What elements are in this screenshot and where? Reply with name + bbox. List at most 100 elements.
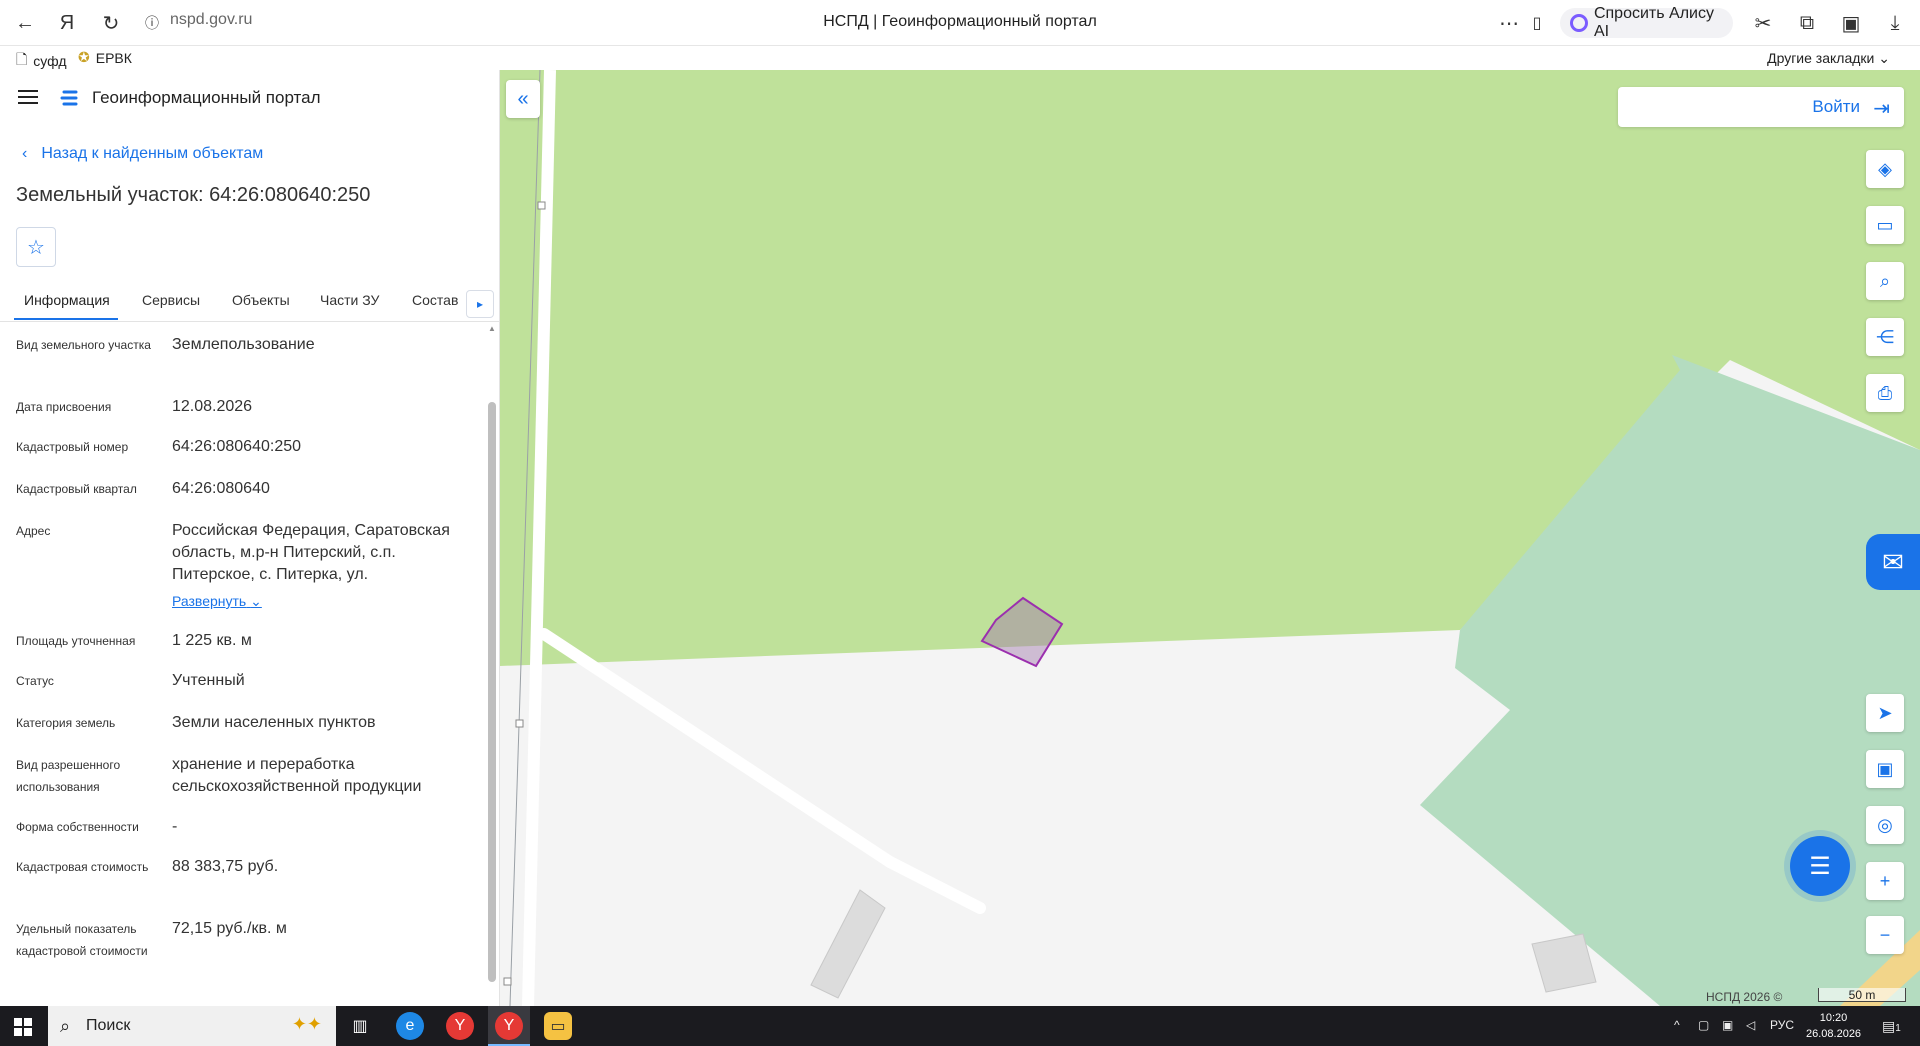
layers-button[interactable]: ◈	[1866, 150, 1904, 188]
network-icon[interactable]: ▣	[1722, 1018, 1733, 1032]
other-bookmarks[interactable]: Другие закладки ⌄	[1767, 50, 1890, 67]
volume-icon[interactable]: ◁	[1746, 1018, 1755, 1032]
extensions-icon[interactable]: ⧉	[1792, 8, 1822, 38]
reload-icon[interactable]: ↻	[96, 8, 126, 38]
download-icon[interactable]: ⤓	[1880, 8, 1910, 38]
zoom-area-icon: ⌕	[1879, 270, 1891, 291]
bookmark-ervk[interactable]: ✪ ЕРВК	[78, 49, 132, 66]
sparkle-icon: ✦✦	[291, 1014, 322, 1034]
back-to-results-link[interactable]: ‹ Назад к найденным объектам	[22, 145, 263, 163]
attributes-list: Вид земельного участка Землепользование …	[0, 326, 486, 1006]
yandex-browser-icon[interactable]: Y	[446, 1012, 474, 1040]
browser-toolbar: ← Я ↻ ⓘ nspd.gov.ru НСПД | Геоинформацио…	[0, 0, 1920, 46]
attr-value: 1 225 кв. м	[172, 632, 252, 649]
edge-icon[interactable]: e	[396, 1012, 424, 1040]
attr-label: Статус	[16, 674, 54, 688]
map-canvas[interactable]	[500, 70, 1920, 1006]
windows-start-icon[interactable]	[14, 1018, 32, 1036]
print-button[interactable]: ⎙	[1866, 374, 1904, 412]
chat-icon: ☰	[1809, 852, 1831, 880]
tab-objects[interactable]: Объекты	[232, 292, 290, 308]
minimap-button[interactable]: ▣	[1866, 750, 1904, 788]
site-info-icon[interactable]: ⓘ	[142, 8, 162, 38]
zoom-in-button[interactable]: +	[1866, 862, 1904, 900]
scrollbar-thumb[interactable]	[488, 402, 496, 982]
tools-icon[interactable]: ✂	[1748, 8, 1778, 38]
collections-icon[interactable]: ▣	[1836, 8, 1866, 38]
map-copyright: НСПД 2026 ©	[1706, 990, 1783, 1004]
ruler-icon: ▭	[1876, 214, 1894, 235]
tab-info[interactable]: Информация	[24, 292, 110, 308]
attr-label: Кадастровый номер	[16, 440, 129, 454]
bookmark-label: суфд	[33, 53, 67, 69]
attr-value-block: Российская Федерация, Саратовская област…	[172, 520, 482, 612]
other-bookmarks-label: Другие закладки	[1767, 50, 1875, 66]
tab-composition[interactable]: Состав	[412, 292, 458, 308]
task-view-icon[interactable]: ▥	[346, 1012, 374, 1040]
attr-label: Дата присвоения	[16, 400, 112, 414]
file-explorer-icon[interactable]: ▭	[544, 1012, 572, 1040]
camera-icon[interactable]: ▢	[1698, 1018, 1709, 1032]
scroll-up-icon[interactable]: ▲	[488, 324, 496, 334]
menu-icon[interactable]	[18, 90, 38, 106]
feedback-button[interactable]: ✉	[1866, 534, 1920, 590]
attr-label: Площадь уточненная	[16, 634, 136, 648]
notification-count: 1	[1895, 1023, 1901, 1034]
share-button[interactable]: ⋲	[1866, 318, 1904, 356]
back-arrow-icon[interactable]: ←	[10, 8, 40, 38]
tray-chevron-icon[interactable]: ^	[1674, 1018, 1680, 1032]
info-panel: Геоинформационный портал ‹ Назад к найден…	[0, 70, 500, 1006]
tab-parts[interactable]: Части ЗУ	[320, 292, 379, 308]
boundary-marker	[515, 719, 524, 728]
boundary-marker	[503, 977, 512, 986]
map-scale: 50 m	[1818, 988, 1906, 1002]
ruler-button[interactable]: ▭	[1866, 206, 1904, 244]
taskbar-search[interactable]: ⌕ Поиск ✦✦	[48, 1006, 336, 1046]
attr-label: Кадастровый квартал	[16, 482, 137, 496]
minus-icon: −	[1879, 924, 1891, 945]
emblem-icon: ✪	[78, 49, 90, 65]
collapse-panel-button[interactable]: «	[506, 80, 540, 118]
chat-button[interactable]: ☰	[1790, 836, 1850, 896]
plus-icon: +	[1879, 870, 1891, 891]
clock-time: 10:20	[1819, 1012, 1848, 1024]
boundary-marker	[537, 201, 546, 210]
expand-address-link[interactable]: Развернуть ⌄	[172, 590, 482, 612]
area-search-button[interactable]: ⌕	[1866, 262, 1904, 300]
yandex-icon[interactable]: Я	[52, 8, 82, 38]
system-clock[interactable]: 10:20 26.08.2026	[1806, 1010, 1861, 1042]
attr-value: -	[172, 818, 178, 835]
attr-value: Земли населенных пунктов	[172, 714, 376, 731]
more-icon[interactable]: ⋯	[1494, 8, 1524, 38]
login-icon: ⇥	[1873, 98, 1890, 120]
alisa-icon	[1570, 14, 1588, 32]
yandex-browser-active-icon[interactable]: Y	[495, 1012, 523, 1040]
attr-label: Адрес	[16, 524, 51, 538]
locate-object-button[interactable]: ◎	[1866, 806, 1904, 844]
login-button[interactable]: Войти ⇥	[1618, 87, 1904, 127]
geolocation-button[interactable]: ➤	[1866, 694, 1904, 732]
attr-label: Вид земельного участка	[16, 338, 151, 352]
bookmark-icon[interactable]: ▯	[1522, 8, 1552, 38]
back-label: Назад к найденным объектам	[41, 145, 264, 162]
share-icon: ⋲	[1876, 326, 1894, 347]
tab-services[interactable]: Сервисы	[142, 292, 200, 308]
panel-scrollbar[interactable]: ▲	[488, 324, 496, 1004]
bookmarks-bar: 🗋 суфд ✪ ЕРВК Другие закладки ⌄	[0, 46, 1920, 70]
language-indicator[interactable]: РУС	[1770, 1018, 1794, 1032]
tabs-next-button[interactable]: ▸	[466, 290, 494, 318]
map-layer	[500, 70, 1920, 1006]
attr-value: Землепользование	[172, 336, 315, 353]
favorite-button[interactable]: ☆	[16, 227, 56, 267]
alisa-label: Спросить Алису AI	[1593, 5, 1714, 40]
address-bar[interactable]: nspd.gov.ru	[170, 11, 252, 29]
star-icon: ☆	[27, 236, 45, 259]
layers-icon: ◈	[1878, 158, 1892, 179]
zoom-out-button[interactable]: −	[1866, 916, 1904, 954]
windows-taskbar: ⌕ Поиск ✦✦ ▥ e Y Y ▭ ^ ▢ ▣ ◁ РУС 10:20 2…	[0, 1006, 1920, 1046]
notifications-icon[interactable]: ▤1	[1882, 1018, 1901, 1035]
attr-value: 12.08.2026	[172, 398, 253, 415]
ask-alisa-button[interactable]: Спросить Алису AI	[1560, 5, 1733, 40]
app-root: { "browser": { "url": "nspd.gov.ru", "ti…	[0, 0, 1920, 1046]
expand-label: Развернуть	[172, 593, 247, 609]
